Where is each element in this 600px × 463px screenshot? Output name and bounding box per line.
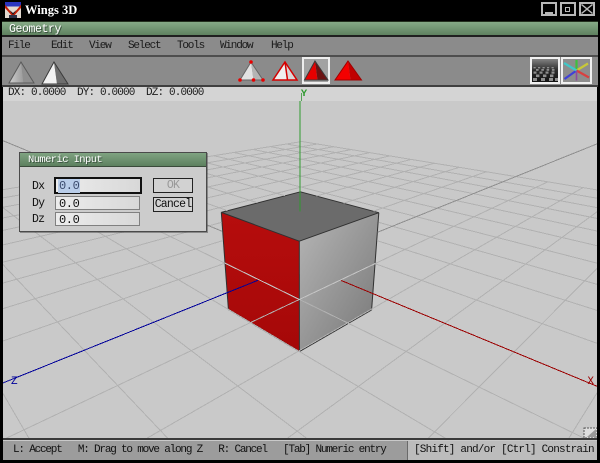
svg-text:Z: Z [11,376,18,388]
svg-text:X: X [587,376,594,388]
